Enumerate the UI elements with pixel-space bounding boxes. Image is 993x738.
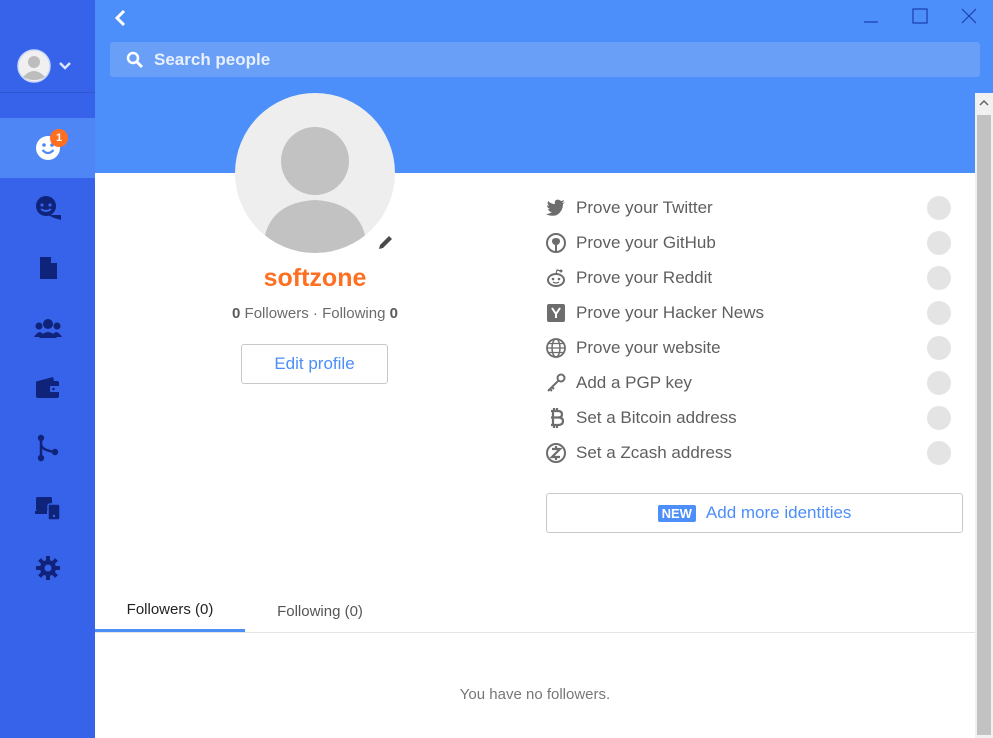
identity-label: Set a Zcash address	[576, 442, 732, 462]
identity-row-website[interactable]: Prove your website	[546, 330, 956, 365]
proof-status-indicator	[927, 405, 951, 430]
identity-row-pgp[interactable]: Add a PGP key	[546, 365, 956, 400]
identity-row-hackernews[interactable]: Prove your Hacker News	[546, 295, 956, 330]
following-label: Following	[322, 305, 386, 322]
chevron-left-icon	[114, 9, 126, 27]
git-icon	[37, 434, 58, 462]
proof-status-indicator	[927, 195, 951, 220]
gear-icon	[35, 556, 60, 580]
maximize-icon	[912, 8, 928, 24]
scroll-up-button[interactable]	[975, 93, 993, 113]
sidebar-item-wallet[interactable]	[0, 358, 95, 418]
identity-label: Prove your GitHub	[576, 232, 716, 252]
follow-separator: ·	[312, 305, 318, 322]
tab-followers[interactable]: Followers (0)	[95, 590, 245, 632]
identity-label: Set a Bitcoin address	[576, 407, 737, 427]
close-icon	[961, 8, 977, 24]
follow-counts: 0 Followers · Following 0	[95, 305, 535, 322]
identity-row-reddit[interactable]: Prove your Reddit	[546, 260, 956, 295]
username: softzone	[263, 264, 367, 292]
empty-followers-message: You have no followers.	[459, 686, 611, 703]
sidebar-item-chat[interactable]	[0, 178, 95, 238]
proof-status-indicator	[927, 335, 951, 360]
search-icon	[126, 51, 144, 68]
back-button[interactable]	[110, 8, 130, 28]
wallet-icon	[35, 377, 60, 398]
zcash-icon	[546, 442, 566, 463]
avatar	[17, 49, 51, 83]
proof-status-indicator	[927, 370, 951, 395]
proof-status-indicator	[927, 300, 951, 325]
identity-row-twitter[interactable]: Prove your Twitter	[546, 190, 956, 225]
search-bar[interactable]	[110, 42, 980, 77]
pencil-icon	[379, 236, 392, 249]
minimize-button[interactable]	[856, 4, 886, 28]
tab-divider	[95, 632, 975, 633]
key-icon	[546, 373, 566, 393]
identity-label: Prove your website	[576, 337, 721, 357]
account-switcher[interactable]	[17, 49, 72, 83]
devices-icon	[34, 497, 61, 520]
sidebar-item-devices[interactable]	[0, 478, 95, 538]
sidebar-item-teams[interactable]	[0, 298, 95, 358]
identity-label: Prove your Hacker News	[576, 302, 765, 322]
followers-count: 0	[232, 305, 241, 322]
followers-label: Followers	[244, 305, 309, 322]
identity-row-github[interactable]: Prove your GitHub	[546, 225, 956, 260]
sidebar: 1	[0, 0, 95, 738]
close-button[interactable]	[954, 4, 984, 28]
identity-label: Prove your Reddit	[576, 267, 713, 287]
profile-picture[interactable]	[235, 93, 395, 253]
scroll-up-arrow-icon	[979, 100, 989, 106]
sidebar-item-files[interactable]	[0, 238, 95, 298]
sidebar-item-settings[interactable]	[0, 538, 95, 598]
default-avatar	[263, 127, 367, 253]
identity-label: Prove your Twitter	[576, 197, 713, 217]
globe-icon	[546, 337, 566, 358]
reddit-icon	[546, 268, 566, 288]
tab-following[interactable]: Following (0)	[245, 590, 395, 632]
add-more-identities-button[interactable]: NEW Add more identities	[546, 493, 963, 533]
sidebar-item-git[interactable]	[0, 418, 95, 478]
file-icon	[39, 257, 57, 279]
twitter-icon	[546, 198, 566, 218]
search-input[interactable]	[152, 48, 936, 71]
team-icon	[33, 319, 62, 338]
minimize-icon	[864, 21, 878, 23]
identity-row-bitcoin[interactable]: Set a Bitcoin address	[546, 400, 956, 435]
add-more-identities-label: Add more identities	[705, 503, 852, 522]
scrollbar[interactable]	[975, 93, 993, 738]
chevron-down-icon	[59, 62, 71, 70]
maximize-button[interactable]	[905, 4, 935, 28]
following-count: 0	[389, 305, 398, 322]
scrollbar-thumb[interactable]	[977, 115, 991, 735]
notification-badge: 1	[50, 129, 68, 147]
edit-profile-button[interactable]: Edit profile	[241, 344, 388, 384]
hackernews-icon	[546, 303, 566, 323]
identity-row-zcash[interactable]: Set a Zcash address	[546, 435, 956, 470]
github-icon	[546, 232, 566, 253]
new-badge: NEW	[657, 504, 696, 522]
proof-status-indicator	[927, 265, 951, 290]
sidebar-divider	[0, 92, 95, 93]
bitcoin-icon	[546, 407, 566, 428]
edit-avatar-button[interactable]	[376, 234, 394, 257]
chat-icon	[35, 196, 61, 220]
sidebar-item-people[interactable]	[0, 118, 95, 178]
proof-status-indicator	[927, 440, 951, 465]
identity-label: Add a PGP key	[576, 372, 692, 392]
proof-status-indicator	[927, 230, 951, 255]
